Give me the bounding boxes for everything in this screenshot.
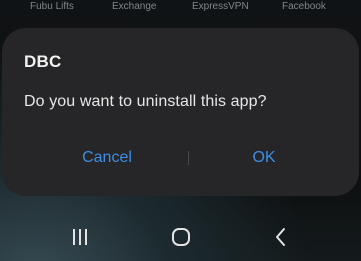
home-icon bbox=[172, 227, 190, 246]
recent-apps-button[interactable] bbox=[50, 212, 110, 261]
back-button[interactable] bbox=[251, 212, 311, 261]
back-icon bbox=[276, 227, 285, 246]
navigation-bar bbox=[0, 212, 361, 261]
home-button[interactable] bbox=[151, 212, 211, 261]
app-label-2: Exchange bbox=[112, 1, 157, 12]
app-labels-row: Fubu Lifts Exchange ExpressVPN Facebook bbox=[0, 0, 361, 20]
dialog-title: DBC bbox=[24, 52, 62, 71]
app-label-3: ExpressVPN bbox=[192, 1, 249, 12]
uninstall-dialog: DBC Do you want to uninstall this app? C… bbox=[2, 28, 359, 196]
app-label-4: Facebook bbox=[282, 1, 326, 12]
cancel-button[interactable]: Cancel bbox=[52, 144, 162, 172]
recent-apps-icon bbox=[73, 228, 87, 245]
button-divider bbox=[188, 151, 189, 165]
app-label-1: Fubu Lifts bbox=[30, 1, 74, 12]
ok-button[interactable]: OK bbox=[214, 144, 314, 172]
dialog-message: Do you want to uninstall this app? bbox=[24, 93, 267, 110]
